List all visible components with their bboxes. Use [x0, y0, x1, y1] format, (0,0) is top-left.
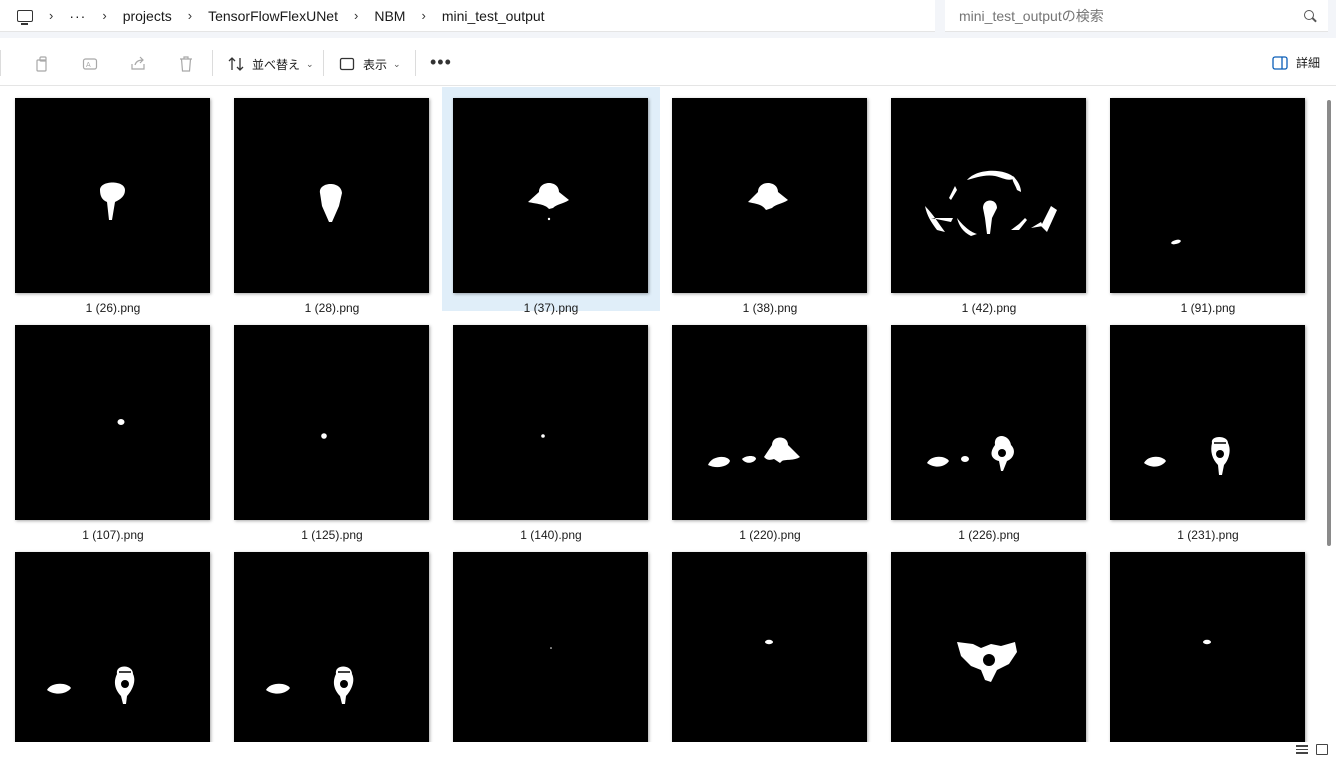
- sort-button[interactable]: 並べ替え ⌄: [228, 52, 314, 76]
- image-thumbnail: [234, 552, 429, 742]
- file-name: 1 (42).png: [961, 301, 1017, 315]
- chevron-right-icon[interactable]: ›: [49, 8, 53, 23]
- chevron-right-icon[interactable]: ›: [188, 8, 192, 23]
- file-item[interactable]: 1 (28).png: [223, 87, 441, 315]
- chevron-right-icon[interactable]: ›: [421, 8, 425, 23]
- file-item[interactable]: 1 (231).png: [1099, 314, 1317, 542]
- large-icons-view-icon[interactable]: [1316, 744, 1328, 755]
- file-item[interactable]: 1 (38).png: [661, 87, 879, 315]
- image-thumbnail: [1110, 98, 1305, 293]
- details-pane-button[interactable]: 詳細: [1272, 54, 1320, 71]
- search-icon[interactable]: [1304, 10, 1314, 20]
- toolbar-divider: [323, 50, 324, 76]
- search-box[interactable]: [945, 0, 1328, 32]
- file-name: 1 (91).png: [1180, 301, 1236, 315]
- this-pc-icon[interactable]: [17, 9, 33, 25]
- breadcrumb-item-tensorflowflexunet[interactable]: TensorFlowFlexUNet: [208, 8, 338, 24]
- details-pane-icon: [1272, 55, 1288, 70]
- details-label: 詳細: [1295, 56, 1320, 70]
- image-thumbnail: [453, 325, 648, 520]
- view-button[interactable]: 表示 ⌄: [339, 52, 401, 76]
- svg-text:A: A: [86, 62, 91, 69]
- file-name: 1 (125).png: [301, 528, 363, 542]
- file-item[interactable]: 1 (26).png: [4, 87, 222, 315]
- command-bar: A 並べ替え ⌄ 表示 ⌄ ••• 詳細: [0, 40, 1336, 86]
- toolbar-divider: [212, 50, 213, 76]
- file-item[interactable]: 1 (107).png: [4, 314, 222, 542]
- image-thumbnail: [672, 98, 867, 293]
- file-item[interactable]: 1 (220).png: [661, 314, 879, 542]
- file-item[interactable]: [223, 541, 441, 742]
- file-item-selected[interactable]: 1 (37).png: [442, 87, 660, 315]
- image-thumbnail: [15, 98, 210, 293]
- image-thumbnail: [1110, 325, 1305, 520]
- image-thumbnail: [453, 552, 648, 742]
- breadcrumb[interactable]: › ··· › projects › TensorFlowFlexUNet › …: [0, 0, 935, 32]
- toolbar-divider: [415, 50, 416, 76]
- more-options-button[interactable]: •••: [430, 52, 452, 73]
- breadcrumb-item-nbm[interactable]: NBM: [374, 8, 405, 24]
- file-item[interactable]: [661, 541, 879, 742]
- chevron-right-icon[interactable]: ›: [102, 8, 106, 23]
- file-item[interactable]: [442, 541, 660, 742]
- status-bar: [0, 742, 1336, 757]
- chevron-down-icon: ⌄: [306, 58, 314, 69]
- file-name: 1 (140).png: [520, 528, 582, 542]
- image-thumbnail: [234, 325, 429, 520]
- file-name: 1 (37).png: [523, 301, 579, 315]
- image-thumbnail: [891, 552, 1086, 742]
- chevron-down-icon: ⌄: [393, 58, 401, 69]
- file-name: 1 (26).png: [85, 301, 141, 315]
- file-item[interactable]: 1 (91).png: [1099, 87, 1317, 315]
- rename-icon[interactable]: A: [82, 56, 98, 72]
- file-name: 1 (38).png: [742, 301, 798, 315]
- file-item[interactable]: 1 (42).png: [880, 87, 1098, 315]
- toolbar-divider: [0, 50, 1, 76]
- breadcrumb-item-current[interactable]: mini_test_output: [442, 8, 545, 24]
- file-item[interactable]: [1099, 541, 1317, 742]
- image-thumbnail: [15, 552, 210, 742]
- view-icon: [339, 57, 355, 71]
- vertical-scrollbar[interactable]: [1327, 100, 1331, 546]
- image-thumbnail: [1110, 552, 1305, 742]
- delete-icon[interactable]: [178, 56, 194, 72]
- breadcrumb-overflow[interactable]: ···: [69, 8, 86, 24]
- image-thumbnail: [672, 325, 867, 520]
- image-thumbnail: [891, 98, 1086, 293]
- file-name: 1 (231).png: [1177, 528, 1239, 542]
- image-thumbnail: [15, 325, 210, 520]
- file-name: 1 (107).png: [82, 528, 144, 542]
- image-thumbnail: [453, 98, 648, 293]
- file-name: 1 (28).png: [304, 301, 360, 315]
- file-item[interactable]: [4, 541, 222, 742]
- view-label: 表示: [363, 57, 388, 72]
- file-name: 1 (226).png: [958, 528, 1020, 542]
- chevron-right-icon[interactable]: ›: [354, 8, 358, 23]
- sort-label: 並べ替え: [252, 57, 301, 72]
- file-item[interactable]: [880, 541, 1098, 742]
- address-row: › ··· › projects › TensorFlowFlexUNet › …: [0, 0, 1336, 38]
- image-thumbnail: [672, 552, 867, 742]
- file-item[interactable]: 1 (140).png: [442, 314, 660, 542]
- copy-icon[interactable]: [34, 56, 50, 72]
- breadcrumb-item-projects[interactable]: projects: [123, 8, 172, 24]
- image-thumbnail: [234, 98, 429, 293]
- file-grid: 1 (26).png 1 (28).png 1 (37).png 1 (38).…: [0, 87, 1324, 742]
- file-item[interactable]: 1 (226).png: [880, 314, 1098, 542]
- image-thumbnail: [891, 325, 1086, 520]
- file-name: 1 (220).png: [739, 528, 801, 542]
- sort-icon: [228, 57, 244, 71]
- share-icon[interactable]: [130, 56, 146, 72]
- file-item[interactable]: 1 (125).png: [223, 314, 441, 542]
- details-view-icon[interactable]: [1296, 745, 1308, 755]
- search-input[interactable]: [959, 7, 1289, 24]
